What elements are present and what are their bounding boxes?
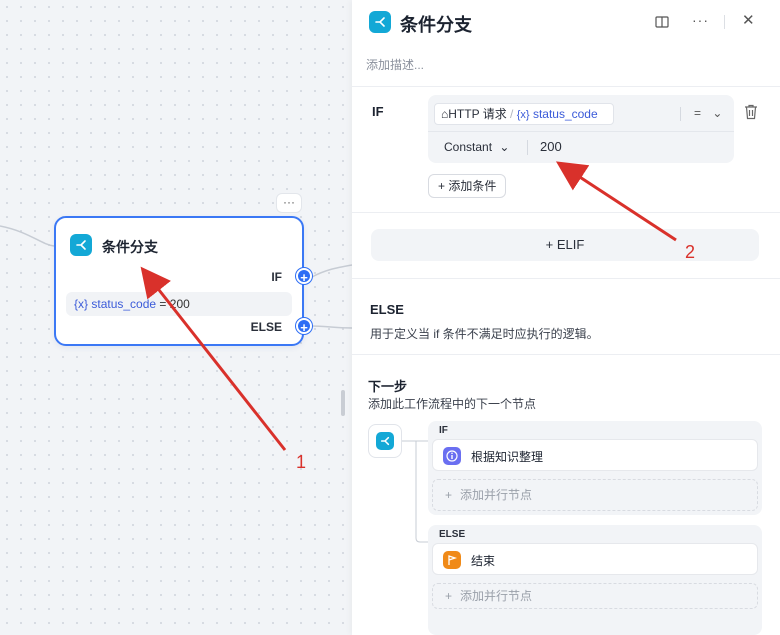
variable-icon: {x} xyxy=(74,297,89,311)
annotation-label-2: 2 xyxy=(685,242,696,262)
node-condition-summary: {x} status_code = 200 xyxy=(66,292,292,316)
panel-resize-handle[interactable] xyxy=(341,390,345,416)
next-node-label: 结束 xyxy=(471,554,496,568)
add-parallel-node-button[interactable]: + 添加并行节点 xyxy=(432,479,758,511)
add-parallel-label: 添加并行节点 xyxy=(460,488,533,502)
add-parallel-node-button[interactable]: + 添加并行节点 xyxy=(432,583,758,609)
branch-icon xyxy=(376,432,394,450)
node-if-label: IF xyxy=(271,270,282,284)
end-flag-icon xyxy=(443,551,461,569)
next-node-label: 根据知识整理 xyxy=(471,450,544,464)
plus-icon: + xyxy=(445,488,453,502)
branch-label: IF xyxy=(439,425,448,436)
node-condition-operator: = xyxy=(159,297,167,311)
current-node-chip xyxy=(368,424,402,458)
node-more-button[interactable]: ··· xyxy=(276,193,302,213)
if-handle-add-button[interactable]: + xyxy=(296,268,312,285)
node-title: 条件分支 xyxy=(102,239,158,255)
info-icon xyxy=(443,447,461,465)
annotation-label-1: 1 xyxy=(296,452,307,472)
next-branch-else: ELSE 结束 + 添加并行节点 xyxy=(428,525,762,635)
workflow-canvas[interactable]: ··· 条件分支 IF {x} status_code = 200 ELSE +… xyxy=(0,0,352,635)
branch-icon xyxy=(70,234,92,256)
node-else-label: ELSE xyxy=(250,320,282,334)
node-settings-panel: 条件分支 ··· ✕ 添加描述... IF ⌂HTTP 请求 / {x} sta… xyxy=(352,0,780,635)
branch-next-node[interactable]: 结束 xyxy=(432,543,758,575)
plus-icon: + xyxy=(445,589,453,603)
else-handle-add-button[interactable]: + xyxy=(296,318,312,335)
branch-next-node[interactable]: 根据知识整理 xyxy=(432,439,758,471)
condition-branch-node[interactable]: 条件分支 IF {x} status_code = 200 ELSE xyxy=(54,216,304,346)
add-parallel-label: 添加并行节点 xyxy=(460,589,533,603)
next-branch-if: IF 根据知识整理 + 添加并行节点 xyxy=(428,421,762,515)
node-condition-value: 200 xyxy=(169,297,190,311)
node-condition-variable: status_code xyxy=(91,297,157,311)
branch-label: ELSE xyxy=(439,529,466,540)
